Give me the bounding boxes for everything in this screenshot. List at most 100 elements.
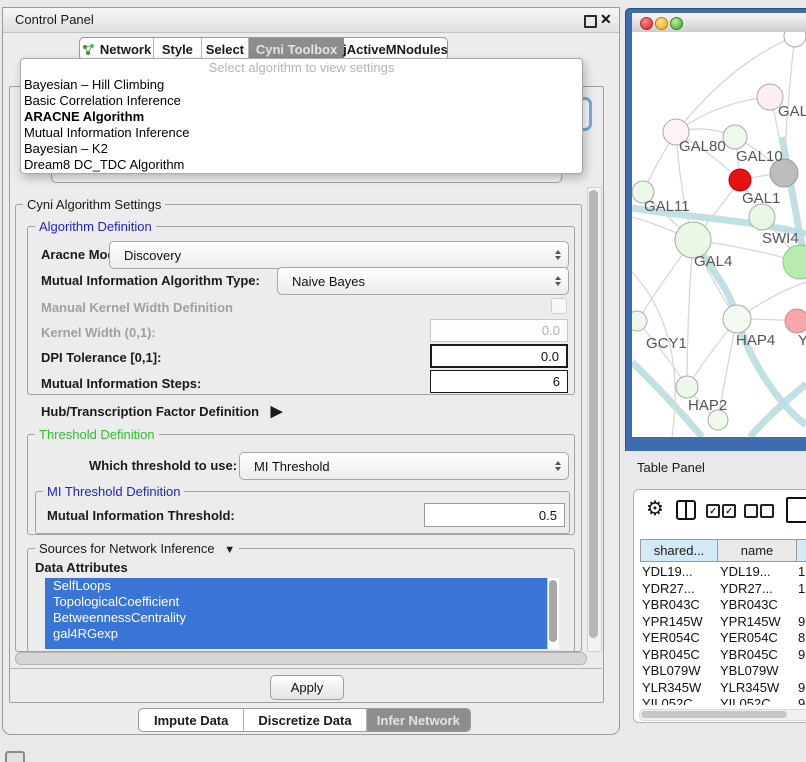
dropdown-item[interactable]: Dream8 DC_TDC Algorithm bbox=[21, 157, 582, 173]
sources-toggle[interactable]: Sources for Network Inference ▼ bbox=[35, 541, 239, 556]
node-label: GAL4 bbox=[694, 253, 732, 270]
node-label: HAP4 bbox=[736, 332, 775, 349]
chevron-down-icon: ▼ bbox=[224, 544, 235, 556]
settings-horizontal-scrollbar[interactable] bbox=[15, 652, 587, 665]
node-label: SWI4 bbox=[762, 230, 799, 247]
which-threshold-label: Which threshold to use: bbox=[89, 458, 237, 473]
dpi-tolerance-field[interactable]: 0.0 bbox=[430, 344, 568, 368]
apply-button[interactable]: Apply bbox=[270, 675, 344, 700]
split-columns-icon[interactable] bbox=[676, 500, 696, 520]
mi-type-combobox[interactable]: Naive Bayes bbox=[277, 267, 569, 295]
apply-label: Apply bbox=[291, 680, 324, 695]
column-header-shared[interactable]: shared... bbox=[640, 539, 718, 562]
network-canvas[interactable]: GAL GAL80 GAL10 GAL1 SWI4 GAL11 GAL4 GCY… bbox=[632, 32, 806, 437]
bottom-tabbar: Impute Data Discretize Data Infer Networ… bbox=[138, 708, 471, 732]
dropdown-item[interactable]: Bayesian – K2 bbox=[21, 141, 582, 157]
tab-jactivemnodules[interactable]: jActiveMNodules bbox=[344, 38, 447, 60]
control-panel-title: Control Panel bbox=[15, 12, 94, 27]
combobox-value: Naive Bayes bbox=[278, 274, 365, 289]
column-header-name[interactable]: name bbox=[718, 539, 796, 562]
list-item[interactable]: SelfLoops bbox=[45, 578, 559, 594]
table-row[interactable]: YIL052CYIL052C9 bbox=[634, 696, 806, 705]
tab-network[interactable]: Network bbox=[80, 38, 154, 60]
tab-label: Discretize Data bbox=[258, 713, 351, 728]
dropdown-item[interactable]: Basic Correlation Inference bbox=[21, 93, 582, 109]
table-row[interactable]: YPR145WYPR145W9. bbox=[634, 614, 806, 630]
list-item[interactable]: gal4RGexp bbox=[45, 626, 559, 642]
which-threshold-combobox[interactable]: MI Threshold bbox=[239, 452, 569, 480]
table-card: ⚙ ✓ ✓ shared... name YDL19...YDL19...13 … bbox=[633, 489, 806, 723]
node-label: HAP2 bbox=[688, 397, 727, 414]
settings-vertical-scrollbar[interactable] bbox=[587, 187, 602, 652]
page-icon[interactable] bbox=[786, 497, 806, 523]
float-window-icon[interactable] bbox=[584, 15, 597, 28]
tab-label: Network bbox=[100, 42, 151, 57]
dropdown-item-selected[interactable]: ARACNE Algorithm bbox=[21, 109, 582, 125]
close-icon[interactable]: ✕ bbox=[600, 11, 612, 28]
algorithm-dropdown-popup: Select algorithm to view settings Bayesi… bbox=[20, 58, 583, 174]
table-panel-title: Table Panel bbox=[637, 460, 705, 475]
table-row[interactable]: YBR043CYBR043C bbox=[634, 597, 806, 613]
mi-steps-label: Mutual Information Steps: bbox=[41, 376, 201, 391]
field-value: 0.0 bbox=[542, 323, 560, 338]
tab-select[interactable]: Select bbox=[202, 38, 249, 60]
table-row[interactable]: YDR27...YDR27...12 bbox=[634, 581, 806, 597]
group-title: Algorithm Definition bbox=[35, 219, 156, 234]
partial-panel-icon[interactable] bbox=[5, 751, 25, 762]
tab-cyni-toolbox[interactable]: Cyni Toolbox bbox=[249, 38, 344, 60]
group-title: Threshold Definition bbox=[35, 427, 159, 442]
dpi-tolerance-label: DPI Tolerance [0,1]: bbox=[41, 350, 161, 365]
kernel-width-field[interactable]: 0.0 bbox=[430, 319, 568, 342]
node-label: GAL1 bbox=[742, 190, 780, 207]
tab-style[interactable]: Style bbox=[154, 38, 201, 60]
unchecked-checkbox-icon[interactable] bbox=[760, 504, 774, 518]
data-attributes-label: Data Attributes bbox=[35, 560, 128, 575]
divider bbox=[10, 668, 602, 669]
combobox-value: Discovery bbox=[110, 248, 181, 263]
tab-label: Style bbox=[162, 42, 193, 57]
table-row[interactable]: YLR345WYLR345W9. bbox=[634, 680, 806, 696]
mi-threshold-field[interactable]: 0.5 bbox=[424, 503, 565, 527]
checked-checkbox-icon[interactable]: ✓ bbox=[706, 504, 720, 518]
tab-infer-network[interactable]: Infer Network bbox=[367, 709, 470, 731]
hub-definition-toggle[interactable]: Hub/Transcription Factor Definition ▶ bbox=[41, 402, 282, 420]
table-horizontal-scrollbar[interactable] bbox=[639, 709, 806, 721]
table-row[interactable]: YBR045CYBR045C9. bbox=[634, 647, 806, 663]
list-scrollbar[interactable] bbox=[547, 578, 559, 649]
group-title: Cyni Algorithm Settings bbox=[23, 197, 165, 212]
data-attributes-list[interactable]: SelfLoops TopologicalCoefficient Between… bbox=[45, 578, 559, 649]
tab-label: Cyni Toolbox bbox=[256, 42, 337, 57]
dropdown-item[interactable]: Mutual Information Inference bbox=[21, 125, 582, 141]
field-value: 0.0 bbox=[541, 349, 559, 364]
tab-label: jActiveMNodules bbox=[343, 42, 448, 57]
field-value: 6 bbox=[553, 374, 560, 389]
combobox-value: MI Threshold bbox=[240, 459, 330, 474]
gear-icon[interactable]: ⚙ bbox=[646, 496, 664, 521]
column-header-partial[interactable] bbox=[796, 539, 806, 562]
table-row[interactable]: YDL19...YDL19...13 bbox=[634, 564, 806, 580]
network-window-titlebar[interactable] bbox=[632, 13, 806, 33]
tab-discretize-data[interactable]: Discretize Data bbox=[244, 709, 366, 731]
tab-impute-data[interactable]: Impute Data bbox=[139, 709, 244, 731]
mi-steps-field[interactable]: 6 bbox=[430, 370, 568, 393]
dropdown-item[interactable]: Bayesian – Hill Climbing bbox=[21, 77, 582, 93]
close-traffic-light-icon[interactable] bbox=[640, 17, 653, 30]
list-item[interactable]: BetweennessCentrality bbox=[45, 610, 559, 626]
aracne-mode-combobox[interactable]: Discovery bbox=[109, 241, 569, 269]
minimize-traffic-light-icon[interactable] bbox=[655, 17, 668, 30]
spinner-arrows-icon bbox=[555, 276, 561, 286]
mi-type-label: Mutual Information Algorithm Type: bbox=[41, 273, 260, 288]
screenshot-root: Control Panel ✕ Network Style Select Cy bbox=[0, 0, 806, 762]
zoom-traffic-light-icon[interactable] bbox=[670, 17, 683, 30]
node-label: GAL bbox=[778, 103, 806, 120]
checked-checkbox-icon[interactable]: ✓ bbox=[722, 504, 736, 518]
manual-kernel-label: Manual Kernel Width Definition bbox=[41, 300, 233, 315]
table-row[interactable]: YER054CYER054C8. bbox=[634, 630, 806, 646]
list-item[interactable]: TopologicalCoefficient bbox=[45, 594, 559, 610]
table-rows: YDL19...YDL19...13 YDR27...YDR27...12 YB… bbox=[634, 564, 806, 705]
manual-kernel-checkbox[interactable] bbox=[551, 298, 567, 314]
chevron-right-icon: ▶ bbox=[271, 403, 283, 420]
table-row[interactable]: YBL079WYBL079W bbox=[634, 663, 806, 679]
group-title: MI Threshold Definition bbox=[43, 484, 184, 499]
unchecked-checkbox-icon[interactable] bbox=[744, 504, 758, 518]
